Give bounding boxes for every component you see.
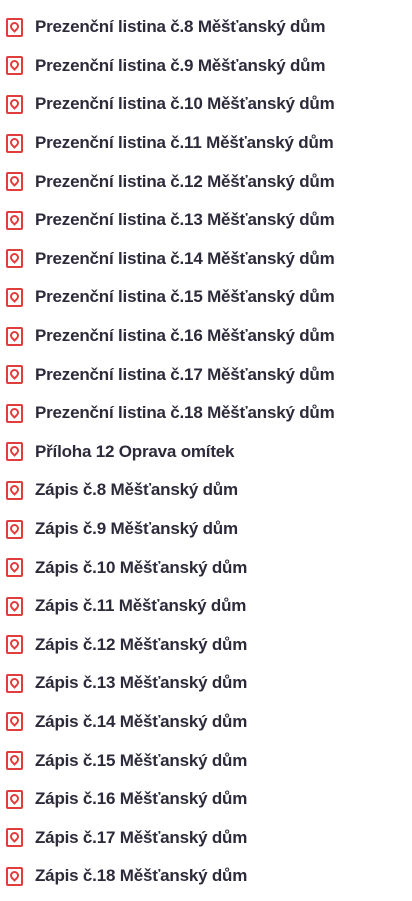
- file-item[interactable]: Zápis č.10 Měšťanský dům: [0, 548, 412, 587]
- file-name: Zápis č.17 Měšťanský dům: [35, 827, 248, 847]
- file-name: Prezenční listina č.12 Měšťanský dům: [35, 171, 335, 191]
- pdf-file-icon: [6, 751, 23, 771]
- file-item[interactable]: Prezenční listina č.10 Měšťanský dům: [0, 85, 412, 124]
- file-item[interactable]: Prezenční listina č.12 Měšťanský dům: [0, 162, 412, 201]
- pdf-file-icon: [6, 287, 23, 307]
- file-item[interactable]: Zápis č.13 Měšťanský dům: [0, 664, 412, 703]
- file-item[interactable]: Prezenční listina č.11 Měšťanský dům: [0, 124, 412, 163]
- pdf-file-icon: [6, 635, 23, 655]
- pdf-file-icon: [6, 17, 23, 37]
- file-name: Prezenční listina č.16 Měšťanský dům: [35, 326, 335, 346]
- file-list: Prezenční listina č.8 Měšťanský dům Prez…: [0, 0, 412, 896]
- file-item[interactable]: Zápis č.15 Měšťanský dům: [0, 741, 412, 780]
- pdf-file-icon: [6, 56, 23, 76]
- file-name: Příloha 12 Oprava omítek: [35, 441, 235, 461]
- file-item[interactable]: Prezenční listina č.16 Měšťanský dům: [0, 317, 412, 356]
- pdf-file-icon: [6, 133, 23, 153]
- file-item[interactable]: Prezenční listina č.18 Měšťanský dům: [0, 394, 412, 433]
- file-name: Prezenční listina č.10 Měšťanský dům: [35, 94, 335, 114]
- pdf-file-icon: [6, 712, 23, 732]
- pdf-file-icon: [6, 249, 23, 269]
- pdf-file-icon: [6, 480, 23, 500]
- pdf-file-icon: [6, 673, 23, 693]
- file-name: Prezenční listina č.13 Měšťanský dům: [35, 210, 335, 230]
- file-name: Zápis č.13 Měšťanský dům: [35, 673, 248, 693]
- pdf-file-icon: [6, 789, 23, 809]
- file-name: Zápis č.8 Měšťanský dům: [35, 480, 238, 500]
- file-name: Zápis č.11 Měšťanský dům: [35, 596, 247, 616]
- file-item[interactable]: Prezenční listina č.14 Měšťanský dům: [0, 240, 412, 279]
- file-name: Zápis č.18 Měšťanský dům: [35, 866, 248, 886]
- file-name: Prezenční listina č.15 Měšťanský dům: [35, 287, 335, 307]
- file-item[interactable]: Zápis č.8 Měšťanský dům: [0, 471, 412, 510]
- file-name: Zápis č.9 Měšťanský dům: [35, 519, 238, 539]
- file-item[interactable]: Zápis č.9 Měšťanský dům: [0, 510, 412, 549]
- file-item[interactable]: Prezenční listina č.8 Měšťanský dům: [0, 8, 412, 47]
- file-name: Prezenční listina č.11 Měšťanský dům: [35, 133, 334, 153]
- pdf-file-icon: [6, 210, 23, 230]
- pdf-file-icon: [6, 94, 23, 114]
- file-item[interactable]: Prezenční listina č.9 Měšťanský dům: [0, 47, 412, 86]
- file-name: Zápis č.10 Měšťanský dům: [35, 557, 248, 577]
- file-name: Prezenční listina č.9 Měšťanský dům: [35, 55, 326, 75]
- file-item[interactable]: Zápis č.11 Měšťanský dům: [0, 587, 412, 626]
- file-name: Zápis č.14 Měšťanský dům: [35, 711, 248, 731]
- pdf-file-icon: [6, 365, 23, 385]
- file-item[interactable]: Prezenční listina č.13 Měšťanský dům: [0, 201, 412, 240]
- pdf-file-icon: [6, 326, 23, 346]
- pdf-file-icon: [6, 558, 23, 578]
- file-name: Prezenční listina č.8 Měšťanský dům: [35, 17, 326, 37]
- file-name: Prezenční listina č.17 Měšťanský dům: [35, 364, 335, 384]
- file-item[interactable]: Příloha 12 Oprava omítek: [0, 433, 412, 472]
- file-item[interactable]: Zápis č.18 Měšťanský dům: [0, 857, 412, 896]
- pdf-file-icon: [6, 172, 23, 192]
- file-name: Prezenční listina č.18 Měšťanský dům: [35, 403, 335, 423]
- file-item[interactable]: Zápis č.14 Měšťanský dům: [0, 703, 412, 742]
- file-name: Zápis č.12 Měšťanský dům: [35, 634, 248, 654]
- pdf-file-icon: [6, 519, 23, 539]
- file-item[interactable]: Prezenční listina č.15 Měšťanský dům: [0, 278, 412, 317]
- file-item[interactable]: Zápis č.16 Měšťanský dům: [0, 780, 412, 819]
- file-name: Prezenční listina č.14 Měšťanský dům: [35, 248, 335, 268]
- pdf-file-icon: [6, 403, 23, 423]
- pdf-file-icon: [6, 866, 23, 886]
- file-item[interactable]: Prezenční listina č.17 Měšťanský dům: [0, 355, 412, 394]
- pdf-file-icon: [6, 442, 23, 462]
- file-item[interactable]: Zápis č.12 Měšťanský dům: [0, 626, 412, 665]
- pdf-file-icon: [6, 596, 23, 616]
- file-name: Zápis č.15 Měšťanský dům: [35, 750, 248, 770]
- file-item[interactable]: Zápis č.17 Měšťanský dům: [0, 818, 412, 857]
- pdf-file-icon: [6, 828, 23, 848]
- file-name: Zápis č.16 Měšťanský dům: [35, 789, 248, 809]
